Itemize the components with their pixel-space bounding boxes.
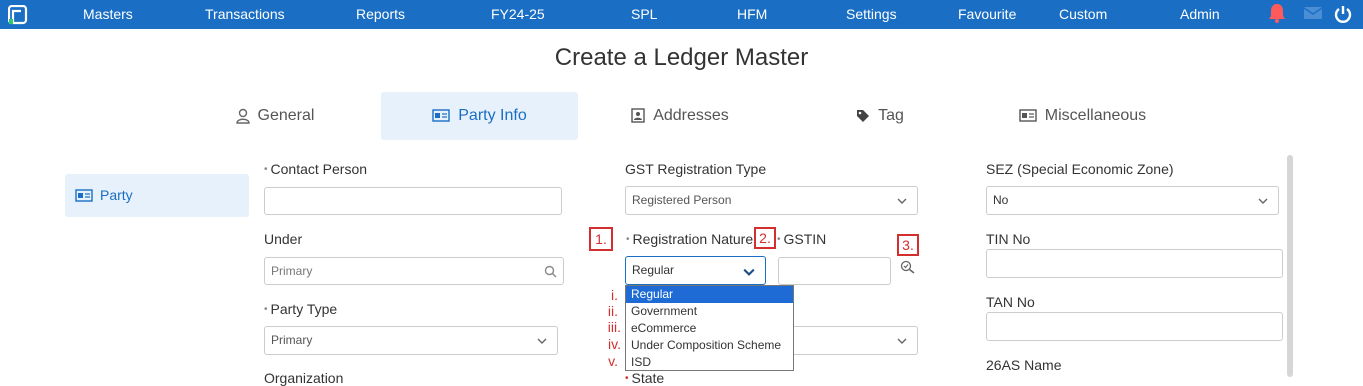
nav-hfm[interactable]: HFM: [737, 0, 767, 29]
gst-registration-type-label: GST Registration Type: [625, 161, 767, 177]
user-icon: [235, 108, 250, 124]
tin-no-input[interactable]: [986, 249, 1283, 278]
bell-icon[interactable]: [1266, 2, 1288, 26]
under-label: Under: [264, 231, 303, 247]
tab-label: Addresses: [653, 107, 729, 124]
annotation-roman-1: i.: [611, 287, 618, 303]
message-icon[interactable]: [1303, 5, 1325, 29]
tag-icon: [857, 109, 870, 122]
annotation-number-2: 2.: [754, 227, 776, 249]
id-card-icon: [75, 189, 93, 202]
annotation-number-3: 3.: [897, 234, 919, 256]
dropdown-option-regular[interactable]: Regular: [626, 286, 793, 303]
party-type-select[interactable]: Primary: [264, 326, 558, 355]
tan-no-input[interactable]: [986, 312, 1283, 341]
search-icon: [544, 265, 557, 278]
registration-nature-dropdown[interactable]: Regular Government eCommerce Under Compo…: [625, 285, 794, 371]
dropdown-option-composition[interactable]: Under Composition Scheme: [626, 337, 793, 354]
nav-custom[interactable]: Custom: [1059, 0, 1107, 29]
nav-masters[interactable]: Masters: [83, 0, 133, 29]
contact-person-label: • Contact Person: [264, 161, 368, 177]
tab-addresses[interactable]: Addresses: [610, 92, 750, 140]
contact-person-input[interactable]: [264, 187, 562, 215]
chevron-down-icon: [537, 338, 547, 344]
annotation-roman-4: iv.: [608, 336, 621, 352]
page-title: Create a Ledger Master: [554, 44, 809, 71]
tab-label: General: [257, 107, 315, 124]
annotation-roman-5: v.: [608, 353, 618, 369]
nav-fy[interactable]: FY24-25: [491, 0, 545, 29]
tab-miscellaneous[interactable]: Miscellaneous: [1005, 92, 1160, 140]
tin-no-label: TIN No: [986, 231, 1031, 247]
chevron-down-icon: [743, 268, 755, 276]
nav-transactions[interactable]: Transactions: [205, 0, 285, 29]
nav-reports[interactable]: Reports: [356, 0, 405, 29]
power-icon[interactable]: [1333, 4, 1355, 28]
sez-select[interactable]: No: [986, 186, 1279, 215]
tab-label: Party Info: [458, 107, 527, 124]
chevron-down-icon: [897, 338, 907, 344]
nav-settings[interactable]: Settings: [846, 0, 897, 29]
sez-label: SEZ (Special Economic Zone): [986, 161, 1174, 177]
annotation-roman-2: ii.: [607, 303, 618, 319]
gstin-input[interactable]: [778, 257, 891, 285]
tan-no-label: TAN No: [986, 294, 1035, 310]
tab-general[interactable]: General: [200, 92, 350, 140]
dropdown-option-isd[interactable]: ISD: [626, 354, 793, 371]
vertical-scrollbar[interactable]: [1287, 155, 1293, 377]
tab-label: Miscellaneous: [1044, 107, 1147, 124]
sidebar-item-party[interactable]: Party: [65, 174, 249, 217]
id-card-icon: [1019, 109, 1037, 122]
annotation-roman-3: iii.: [607, 319, 621, 335]
state-label: • State: [625, 370, 665, 386]
gstin-lookup-icon[interactable]: [899, 259, 917, 280]
dropdown-option-government[interactable]: Government: [626, 303, 793, 320]
sidebar-item-label: Party: [100, 187, 133, 203]
nav-favourite[interactable]: Favourite: [958, 0, 1016, 29]
address-book-icon: [631, 108, 645, 123]
name-26as-label: 26AS Name: [986, 357, 1062, 373]
party-type-label: • Party Type: [264, 301, 338, 317]
tab-label: Tag: [878, 107, 904, 124]
chevron-down-icon: [897, 198, 907, 204]
gstin-label: • GSTIN: [777, 231, 827, 247]
gst-registration-type-select[interactable]: Registered Person: [625, 186, 918, 215]
annotation-number-1: 1.: [589, 227, 613, 251]
app-logo-icon[interactable]: [7, 4, 28, 25]
under-search-input[interactable]: Primary: [264, 257, 564, 285]
id-card-icon: [432, 109, 450, 122]
registration-nature-select[interactable]: Regular: [625, 256, 766, 285]
tab-party-info[interactable]: Party Info: [381, 92, 578, 140]
chevron-down-icon: [1258, 198, 1268, 204]
registration-nature-label: • Registration Nature: [626, 231, 754, 247]
tab-tag[interactable]: Tag: [840, 92, 920, 140]
nav-spl[interactable]: SPL: [631, 0, 657, 29]
dropdown-option-ecommerce[interactable]: eCommerce: [626, 320, 793, 337]
nav-admin[interactable]: Admin: [1180, 0, 1220, 29]
organization-label: Organization: [264, 370, 344, 386]
